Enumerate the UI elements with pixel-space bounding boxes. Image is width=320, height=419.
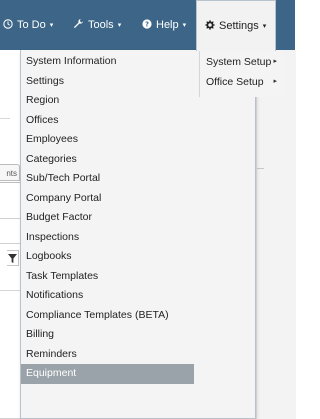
submenu-label: System Setup	[206, 56, 272, 68]
divider	[0, 118, 10, 119]
svg-text:?: ?	[145, 20, 149, 28]
menu-item-sub-tech-portal[interactable]: Sub/Tech Portal	[21, 169, 194, 189]
submenu-label: Office Setup	[206, 76, 264, 88]
nav-tools-label: Tools	[88, 19, 114, 31]
chevron-right-icon: ▸	[273, 78, 277, 85]
menu-item-task-templates[interactable]: Task Templates	[21, 267, 194, 287]
menu-item-logbooks[interactable]: Logbooks	[21, 247, 194, 267]
menu-item-region[interactable]: Region	[21, 91, 194, 111]
nav-help-label: Help	[156, 19, 179, 31]
menu-item-compliance-templates[interactable]: Compliance Templates (BETA)	[21, 306, 194, 326]
menu-item-offices[interactable]: Offices	[21, 111, 194, 131]
submenu-item-office-setup[interactable]: Office Setup ▸	[200, 72, 283, 92]
nav-settings-menu[interactable]: Settings ▾	[196, 0, 276, 51]
chevron-down-icon: ▾	[117, 22, 122, 29]
nav-todo-label: To Do	[17, 19, 46, 31]
nav-settings-label: Settings	[219, 20, 259, 32]
submenu-item-system-setup[interactable]: System Setup ▸	[200, 52, 283, 72]
menu-item-company-portal[interactable]: Company Portal	[21, 189, 194, 209]
nav-todo-menu[interactable]: To Do ▾	[0, 0, 53, 50]
menu-item-billing[interactable]: Billing	[21, 325, 194, 345]
clock-icon	[3, 18, 13, 32]
chevron-down-icon: ▾	[49, 22, 54, 29]
nav-help-menu[interactable]: ? Help ▾	[142, 0, 186, 50]
tab-partial-left[interactable]: nts	[0, 164, 20, 181]
divider	[257, 168, 264, 169]
question-circle-icon: ?	[142, 18, 152, 32]
menu-item-reminders[interactable]: Reminders	[21, 345, 194, 365]
wrench-icon	[73, 18, 84, 32]
menu-item-settings[interactable]: Settings	[21, 72, 194, 92]
menu-item-equipment[interactable]: Equipment	[21, 364, 194, 384]
chevron-right-icon: ▸	[273, 58, 277, 65]
right-side-panel	[256, 50, 296, 419]
settings-submenu: System Setup ▸ Office Setup ▸	[199, 50, 283, 97]
nav-tools-menu[interactable]: Tools ▾	[73, 0, 121, 50]
chevron-down-icon: ▾	[262, 23, 267, 30]
menu-item-categories[interactable]: Categories	[21, 150, 194, 170]
settings-menu-list: System Information Settings Region Offic…	[21, 52, 194, 384]
chevron-down-icon: ▾	[182, 22, 187, 29]
top-navbar: To Do ▾ Tools ▾ ? Help ▾ Settings ▾	[0, 0, 295, 51]
menu-item-budget-factor[interactable]: Budget Factor	[21, 208, 194, 228]
settings-dropdown-menu: System Information Settings Region Offic…	[20, 50, 283, 419]
tab-label: nts	[6, 169, 17, 178]
menu-item-inspections[interactable]: Inspections	[21, 228, 194, 248]
gear-icon	[205, 19, 215, 33]
menu-item-notifications[interactable]: Notifications	[21, 286, 194, 306]
menu-item-system-information[interactable]: System Information	[21, 52, 194, 72]
menu-item-employees[interactable]: Employees	[21, 130, 194, 150]
